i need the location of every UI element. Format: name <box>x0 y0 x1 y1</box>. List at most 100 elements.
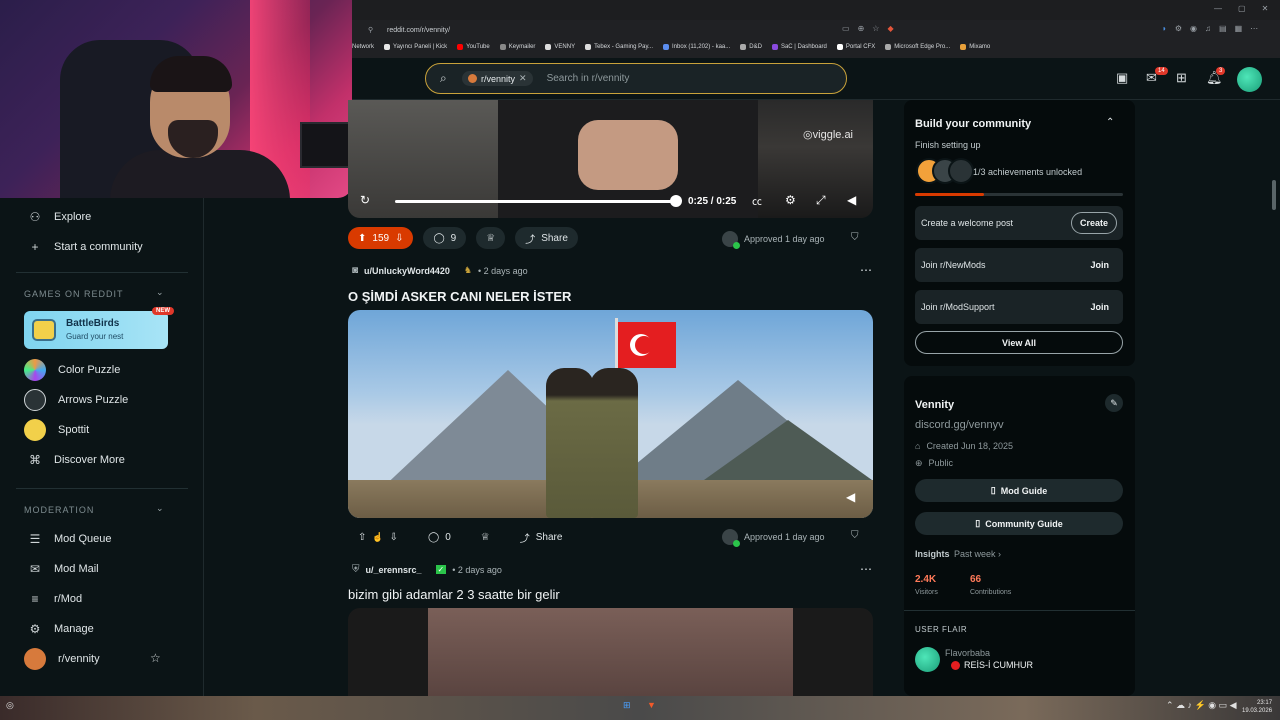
game-item-arrows-puzzle[interactable]: Arrows Puzzle <box>24 389 128 411</box>
mute-icon[interactable]: ◀ <box>846 490 855 504</box>
bookmark-item[interactable]: Yayıncı Paneli | Kick <box>384 44 447 50</box>
bookmark-item[interactable]: Mixamo <box>960 44 990 50</box>
post-author[interactable]: u/UnluckyWord4420 <box>364 266 450 276</box>
post-author[interactable]: u/_erennsrc_ <box>366 565 422 575</box>
bookmark-item[interactable]: SaC | Dashboard <box>771 44 827 50</box>
game-item-spottit[interactable]: Spottit <box>24 419 89 441</box>
mod-guide-button[interactable]: ▯ Mod Guide <box>915 479 1123 502</box>
award-button[interactable]: ♕ <box>476 227 506 249</box>
system-clock[interactable]: 23:17 19.03.2026 <box>1242 699 1272 715</box>
tray-icons[interactable]: ⌃ ☁ ♪ ⚡ ◉ ▭ ◀ <box>1166 700 1237 711</box>
fullscreen-icon[interactable]: ⤢ <box>816 193 826 208</box>
post-title[interactable]: O ŞİMDİ ASKER CANI NELER İSTER <box>348 289 571 304</box>
join-button[interactable]: Join <box>1082 297 1117 317</box>
mod-shield-icon[interactable]: ⛉ <box>851 232 859 243</box>
view-all-button[interactable]: View All <box>915 331 1123 354</box>
minimize-icon[interactable]: — <box>1214 4 1222 13</box>
star-icon[interactable]: ☆ <box>150 651 161 665</box>
downvote-icon[interactable]: ⇩ <box>395 233 403 244</box>
replay-icon[interactable]: ↻ <box>360 193 370 207</box>
bookmark-item[interactable]: YouTube <box>457 44 490 50</box>
settings-icon[interactable]: ⚙ <box>785 193 796 207</box>
create-post-icon[interactable]: ⊞ <box>1176 70 1187 86</box>
shield-ext-icon[interactable]: ◆ <box>887 24 893 33</box>
upvote-icon[interactable]: ⇧ <box>358 532 366 543</box>
sidebar-item-mod-mail[interactable]: ✉ Mod Mail <box>28 562 99 576</box>
more-icon[interactable]: ⋯ <box>1250 24 1258 33</box>
bookmark-item[interactable]: Network <box>352 44 374 50</box>
subreddit-chip[interactable]: r/vennity ✕ <box>462 71 533 86</box>
sidebar-item-r-vennity[interactable]: r/vennity <box>24 648 100 670</box>
comments-button[interactable]: ◯ 9 <box>423 227 467 249</box>
start-icon[interactable]: ⊞ <box>623 700 631 711</box>
sidebar-item-mod-queue[interactable]: ☰ Mod Queue <box>28 532 112 546</box>
site-info-icon[interactable]: ⚲ <box>368 26 378 34</box>
join-button[interactable]: Join <box>1082 255 1117 275</box>
sidebar-item-discover-more[interactable]: ⌘ Discover More <box>28 453 125 467</box>
window-controls: — ▢ ✕ <box>1214 4 1268 13</box>
sidebar-item-label: r/Mod <box>54 593 83 605</box>
battlebirds-card[interactable]: BattleBirds Guard your nest <box>24 311 168 349</box>
search-input[interactable]: ⌕ r/vennity ✕ Search in r/vennity <box>425 63 847 94</box>
sidebar-item-r-mod[interactable]: ≡ r/Mod <box>28 592 82 606</box>
community-name: Vennity <box>915 399 955 411</box>
split-icon[interactable]: ▤ <box>1219 24 1227 33</box>
post-options-icon[interactable]: ⋯ <box>860 562 872 576</box>
url-text: reddit.com/r/vennity/ <box>387 26 451 34</box>
favorite-icon[interactable]: ☆ <box>872 24 879 33</box>
post-title[interactable]: bizim gibi adamlar 2 3 saatte bir gelir <box>348 587 560 602</box>
bookmark-item[interactable]: Keymailer <box>499 44 535 50</box>
sidebar-item-start-community[interactable]: + Start a community <box>28 240 142 254</box>
upvote-icon[interactable]: ⬆ <box>358 233 366 244</box>
create-button[interactable]: Create <box>1070 212 1117 234</box>
bookmark-item[interactable]: D&D <box>740 44 762 50</box>
brave-icon[interactable]: ▼ <box>647 700 656 710</box>
maximize-icon[interactable]: ▢ <box>1238 4 1246 13</box>
game-item-color-puzzle[interactable]: Color Puzzle <box>24 359 120 381</box>
post-video[interactable] <box>348 608 873 696</box>
captions-icon[interactable]: ㏄ <box>752 193 762 208</box>
video-scrubber[interactable] <box>670 195 682 207</box>
insights-period[interactable]: Past week › <box>954 549 1001 559</box>
sidebar-item-explore[interactable]: ⚇ Explore <box>28 210 92 224</box>
zoom-icon[interactable]: ⊕ <box>858 24 865 33</box>
community-guide-button[interactable]: ▯ Community Guide <box>915 512 1123 535</box>
comments-button[interactable]: ◯ 0 <box>418 526 461 548</box>
flair-text[interactable]: REİS-İ CUMHUR <box>951 660 1033 670</box>
bookmark-item[interactable]: Portal CFX <box>836 44 875 50</box>
community-link[interactable]: discord.gg/vennyv <box>915 419 1004 431</box>
chevron-up-icon[interactable]: ⌃ <box>1106 117 1114 128</box>
bookmark-item[interactable]: VENNY <box>545 44 575 50</box>
mod-shield-icon[interactable]: ⛉ <box>851 530 859 541</box>
media-icon[interactable]: ♫ <box>1205 24 1211 33</box>
share-button[interactable]: ⤴ Share <box>515 227 578 249</box>
approved-status: Approved 1 day ago <box>722 529 825 547</box>
downvote-icon[interactable]: ⇩ <box>390 532 398 543</box>
bookmark-item[interactable]: Tebex - Gaming Pay... <box>585 44 653 50</box>
share-button[interactable]: ⤴ Share <box>510 526 573 548</box>
bookmarks-bar: Network Yayıncı Paneli | Kick YouTube Ke… <box>352 41 990 53</box>
taskbar-app-icon[interactable]: ◎ <box>6 700 14 711</box>
extensions-icon[interactable]: ▦ <box>1235 24 1243 33</box>
award-button[interactable]: ♕ <box>471 526 500 548</box>
close-icon[interactable]: ✕ <box>1262 4 1269 13</box>
settings-icon[interactable]: ⚙ <box>1175 24 1182 33</box>
scrollbar[interactable] <box>1272 180 1276 210</box>
bookmark-item[interactable]: Inbox (11,202) - kaa... <box>663 44 730 50</box>
profile-icon[interactable]: ◉ <box>1190 24 1197 33</box>
reader-icon[interactable]: ▭ <box>842 24 850 33</box>
video-progress[interactable] <box>395 200 680 203</box>
volume-icon[interactable]: ◀ <box>847 193 856 207</box>
post-image[interactable] <box>348 310 873 518</box>
chevron-up-icon[interactable]: ⌄ <box>156 503 164 514</box>
address-bar[interactable]: ⚲ reddit.com/r/vennity/ <box>368 22 912 38</box>
user-avatar[interactable] <box>1237 67 1262 92</box>
edit-icon[interactable]: ✎ <box>1105 394 1123 412</box>
post-options-icon[interactable]: ⋯ <box>860 263 872 277</box>
extension-icon[interactable]: ◗ <box>1162 24 1167 33</box>
chip-close-icon[interactable]: ✕ <box>519 73 527 84</box>
ad-icon[interactable]: ▣ <box>1116 70 1128 86</box>
chevron-up-icon[interactable]: ⌄ <box>156 287 164 298</box>
sidebar-item-manage[interactable]: ⚙ Manage <box>28 622 94 636</box>
bookmark-item[interactable]: Microsoft Edge Pro... <box>885 44 950 50</box>
